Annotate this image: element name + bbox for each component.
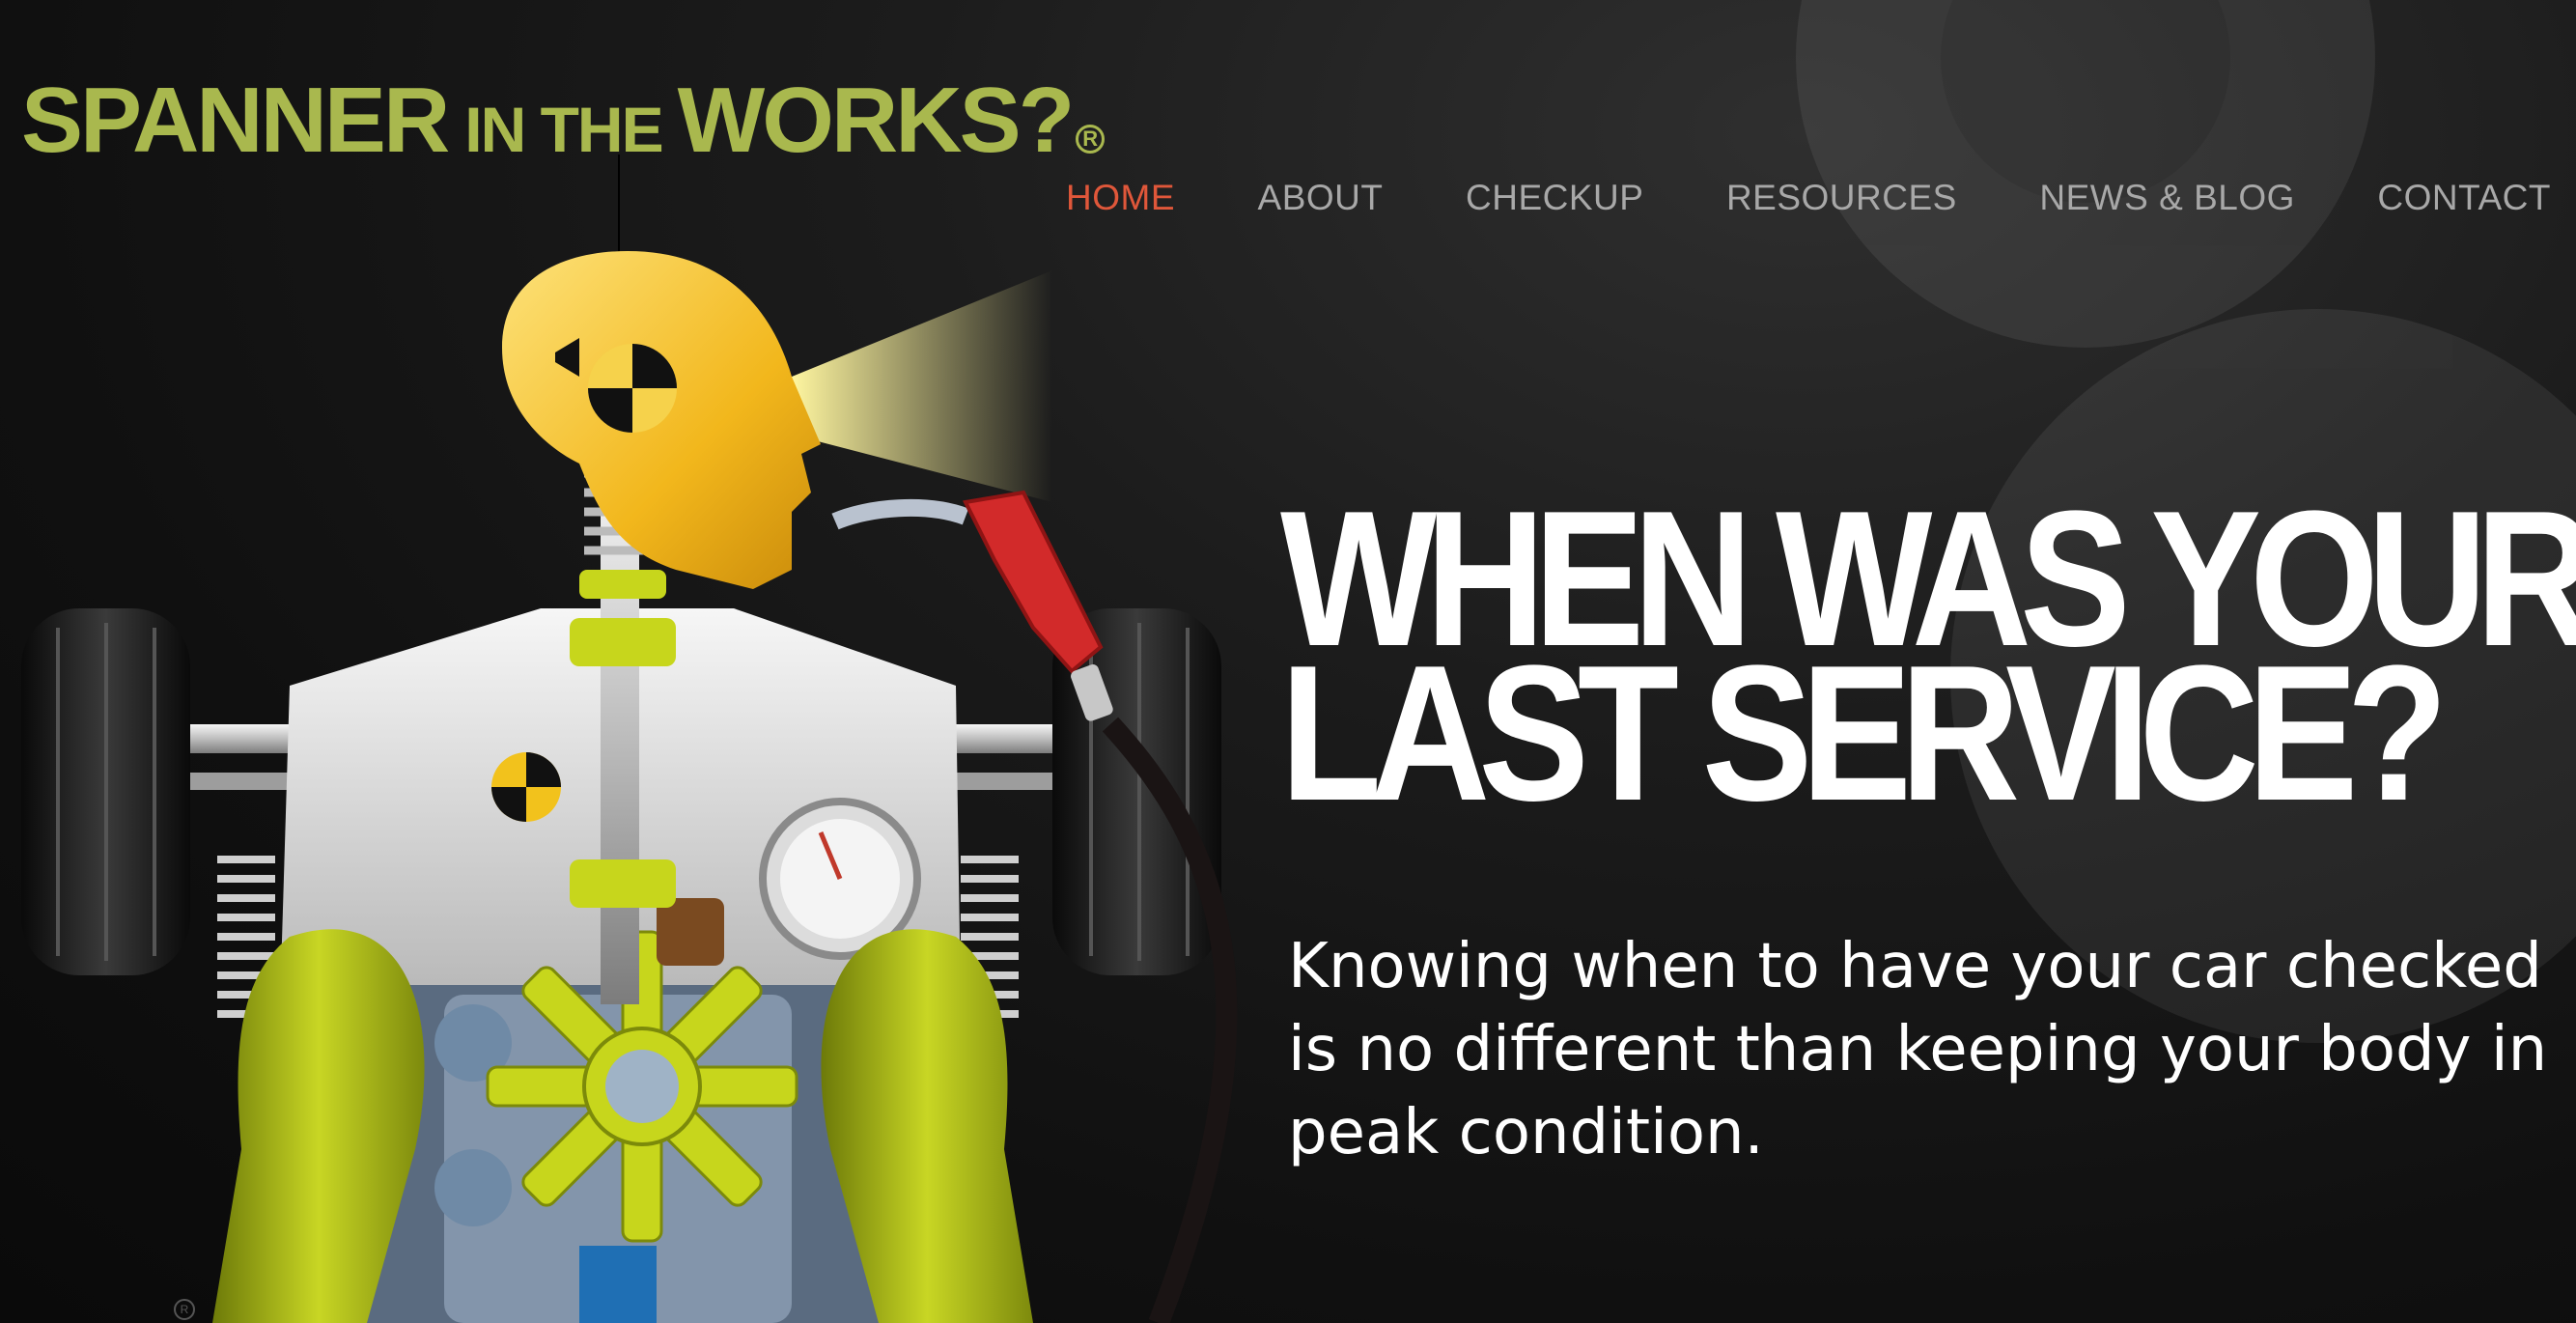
nav-checkup[interactable]: CHECKUP	[1466, 178, 1643, 218]
light-beam-icon	[792, 270, 1052, 502]
homepage: SPANNER IN THE WORKS? R HOME ABOUT CHECK…	[0, 0, 2576, 1323]
main-nav: HOME ABOUT CHECKUP RESOURCES NEWS & BLOG…	[1066, 174, 2551, 222]
hero-headline: WHEN WAS YOUR LAST SERVICE?	[1280, 483, 2576, 841]
dummy-head-icon	[502, 251, 821, 589]
illustration-registered-mark-icon: R	[174, 1299, 195, 1320]
nav-news-blog[interactable]: NEWS & BLOG	[2039, 178, 2295, 218]
nav-resources[interactable]: RESOURCES	[1726, 178, 1957, 218]
headline-line-2: LAST SERVICE?	[1280, 626, 2448, 841]
crash-test-dummy-illustration	[21, 251, 1238, 1323]
left-wheel-icon	[21, 608, 190, 975]
nav-contact[interactable]: CONTACT	[2377, 178, 2551, 218]
hero-subtext: Knowing when to have your car checked is…	[1288, 931, 2548, 1168]
nav-about[interactable]: ABOUT	[1258, 178, 1384, 218]
engine-fan-icon	[486, 930, 798, 1243]
crash-test-symbol-icon	[491, 752, 561, 822]
